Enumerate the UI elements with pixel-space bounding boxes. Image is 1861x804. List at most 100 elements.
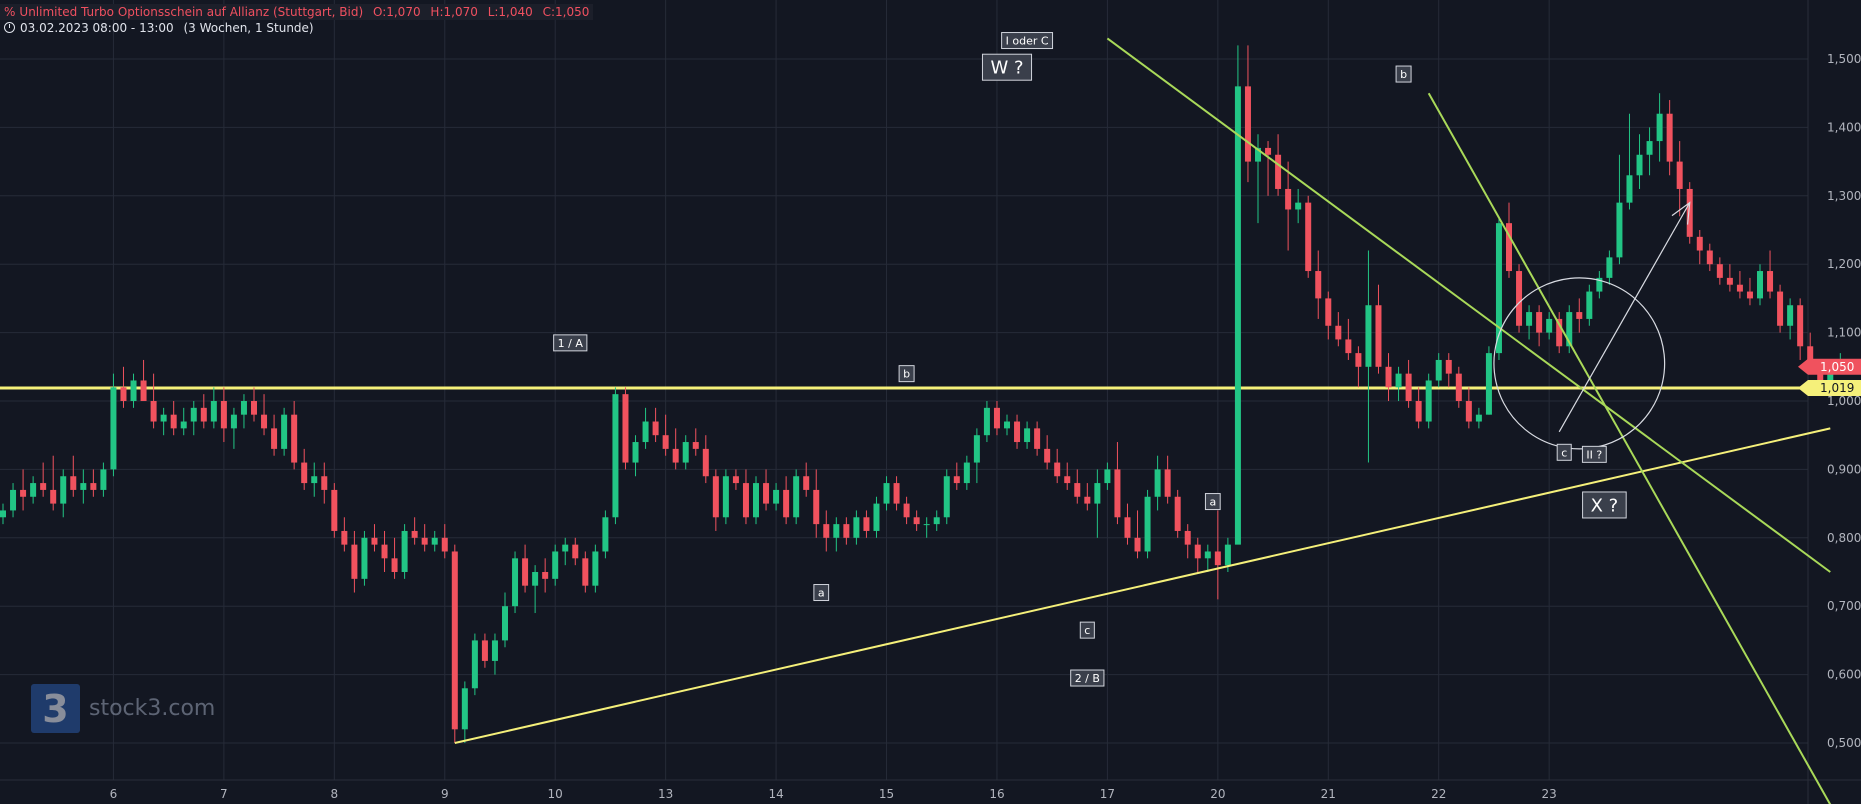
candle-body xyxy=(1676,161,1683,189)
chart-background xyxy=(0,0,1861,804)
candle-body xyxy=(1465,401,1472,422)
wave-label: b xyxy=(1395,65,1412,83)
wave-label-text: a xyxy=(818,586,825,599)
y-tick-label: 0,600 xyxy=(1827,668,1861,682)
y-tick-label: 0,800 xyxy=(1827,531,1861,545)
candle-body xyxy=(562,544,569,552)
candle-body xyxy=(110,387,117,470)
candle-body xyxy=(441,537,448,552)
candle-body xyxy=(1174,496,1181,531)
candle-body xyxy=(933,517,940,525)
timerange: 03.02.2023 08:00 - 13:00 xyxy=(20,21,174,35)
x-tick-label: 21 xyxy=(1321,787,1336,801)
candle-body xyxy=(391,558,398,572)
ohlc-open: 1,070 xyxy=(386,5,421,19)
x-tick-label: 17 xyxy=(1100,787,1115,801)
candle-body xyxy=(1104,469,1111,484)
y-tick-label: 0,900 xyxy=(1827,462,1861,476)
y-tick-label: 1,400 xyxy=(1827,120,1861,134)
wave-label: c xyxy=(1079,621,1095,639)
candle-body xyxy=(1435,359,1442,381)
ohlc-low: 1,040 xyxy=(498,5,533,19)
candle-body xyxy=(582,558,589,586)
candle-body xyxy=(1616,202,1623,258)
wave-label-text: b xyxy=(1400,68,1407,81)
wave-label: 2 / B xyxy=(1070,669,1105,687)
candle-body xyxy=(1415,401,1422,422)
candle-body xyxy=(1114,469,1121,518)
candle-body xyxy=(602,517,609,552)
candle-body xyxy=(1004,421,1010,429)
candle-body xyxy=(793,476,800,518)
candle-body xyxy=(20,489,27,497)
candle-body xyxy=(1405,373,1412,401)
wave-label-text: c xyxy=(1084,624,1090,637)
candle-body xyxy=(50,489,57,504)
candle-body xyxy=(1445,359,1452,374)
x-tick-label: 22 xyxy=(1431,787,1446,801)
candle-body xyxy=(1626,175,1633,203)
candle-body xyxy=(1144,496,1151,552)
candle-body xyxy=(1526,312,1533,326)
ohlc-close-label: C: xyxy=(542,5,556,19)
candle-body xyxy=(70,476,77,490)
x-tick-label: 9 xyxy=(441,787,449,801)
x-tick-label: 13 xyxy=(658,787,673,801)
candle-body xyxy=(1265,147,1272,155)
candle-body xyxy=(361,537,368,579)
candle-body xyxy=(1586,291,1593,319)
price-chart[interactable]: 1,500 1,400 1,300 1,200 1,100 1,000 0,900 0,800… xyxy=(0,0,1861,804)
candle-body xyxy=(0,510,6,518)
watermark-logo: 3 stock3.com xyxy=(31,684,215,733)
candle-body xyxy=(572,544,579,559)
candle-body xyxy=(1064,476,1071,484)
candle-body xyxy=(742,483,749,518)
candle-body xyxy=(1787,305,1794,326)
candle-body xyxy=(913,517,920,525)
candle-body xyxy=(923,524,930,526)
candle-body xyxy=(251,401,257,415)
x-tick-label: 7 xyxy=(220,787,228,801)
candle-body xyxy=(80,483,87,490)
chart-header: % Unlimited Turbo Optionsschein auf Allia… xyxy=(0,4,594,20)
y-tick-label: 1,500 xyxy=(1827,52,1861,66)
candle-body xyxy=(1194,544,1201,559)
candle-body xyxy=(1074,483,1081,497)
candle-body xyxy=(180,421,187,429)
candle-body xyxy=(1034,428,1041,449)
candle-body xyxy=(833,524,840,538)
candle-body xyxy=(1054,462,1061,477)
wave-label: W ? xyxy=(981,53,1033,81)
wave-label-text: a xyxy=(1209,496,1216,509)
candle-body xyxy=(401,530,408,572)
ohlc-high-label: H: xyxy=(430,5,444,19)
y-tick-label: 0,700 xyxy=(1827,599,1861,613)
candle-body xyxy=(893,483,900,504)
wave-label-text: b xyxy=(903,368,910,381)
y-tick-label: 1,300 xyxy=(1827,189,1861,203)
candle-body xyxy=(1797,305,1804,347)
candle-body xyxy=(542,572,549,579)
candle-body xyxy=(130,380,137,401)
candle-body xyxy=(1124,517,1131,538)
candle-body xyxy=(1044,448,1051,463)
candle-body xyxy=(652,421,659,436)
candle-body xyxy=(1696,236,1703,251)
candle-body xyxy=(1234,86,1241,545)
candle-body xyxy=(823,524,830,538)
candle-body xyxy=(1325,298,1332,326)
candle-body xyxy=(1375,305,1382,367)
logo-icon: 3 xyxy=(31,684,80,733)
candle-body xyxy=(1767,271,1774,292)
candle-body xyxy=(783,489,790,518)
candle-body xyxy=(1485,353,1492,415)
clock-icon xyxy=(4,22,15,33)
candle-body xyxy=(1686,188,1693,237)
wave-label: a xyxy=(1204,493,1221,511)
x-tick-label: 15 xyxy=(879,787,894,801)
candle-body xyxy=(672,448,679,463)
candle-body xyxy=(1224,544,1231,566)
candle-body xyxy=(30,483,37,497)
candle-body xyxy=(60,476,67,504)
support-price-tag: 1,019 xyxy=(1798,380,1861,397)
